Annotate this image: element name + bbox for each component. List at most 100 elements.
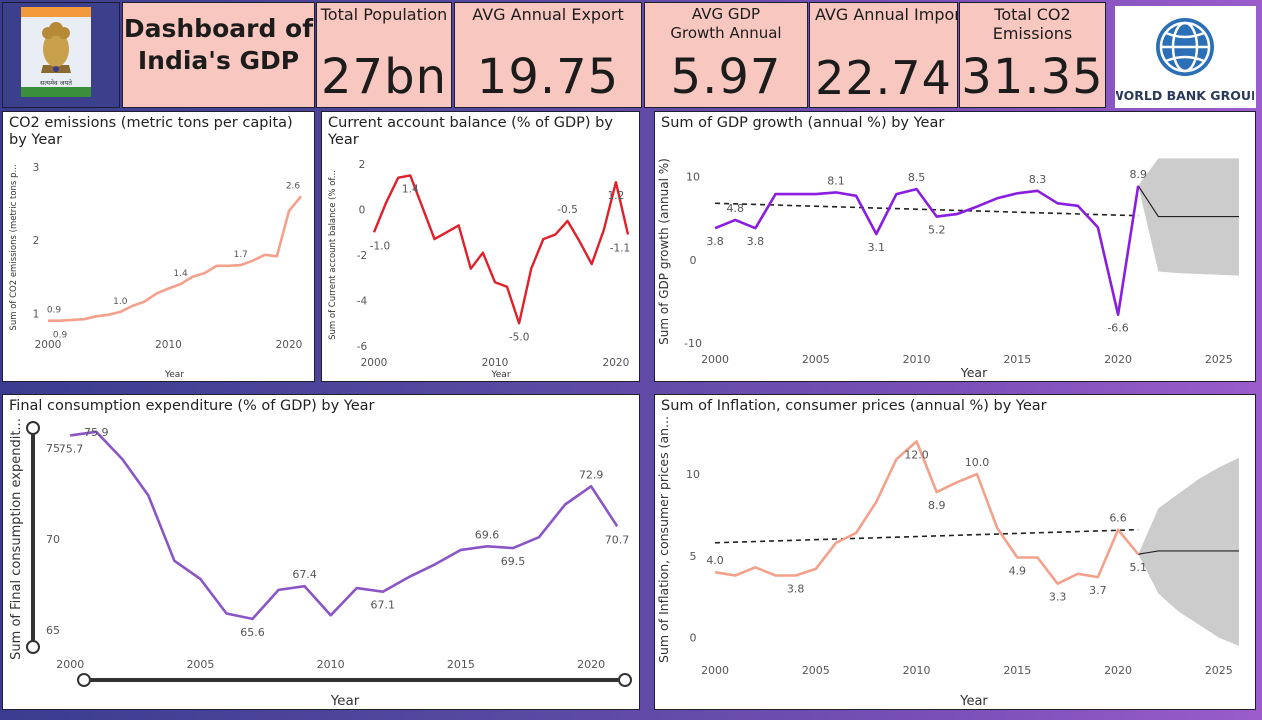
data-label: 3.3: [1049, 591, 1067, 604]
x-axis-title: Year: [164, 370, 184, 380]
data-label: 3.8: [706, 235, 724, 248]
kpi-label: AVG Annual Impor: [815, 5, 958, 24]
gdp-growth-line-chart: 10 0 -10 2000 2005 2010 2015 2020 2025 Year Sum of…: [657, 158, 1239, 380]
y-tick-label: 2: [359, 159, 366, 171]
data-label: 69.5: [501, 555, 526, 568]
x-tick-label: 2015: [1003, 353, 1031, 366]
y-tick-label: -6: [357, 341, 368, 353]
x-tick-label: 2020: [1104, 664, 1132, 677]
data-label: 3.8: [787, 582, 805, 595]
x-tick-label: 2010: [903, 353, 931, 366]
chart-title: Sum of Inflation, consumer prices (annua…: [661, 398, 1047, 414]
data-label: 4.8: [726, 202, 744, 215]
data-label: 6.6: [1109, 512, 1127, 525]
data-label: 72.9: [579, 468, 604, 481]
data-label: 69.6: [475, 528, 500, 541]
data-label: 1.4: [173, 269, 188, 279]
x-tick-label: 2000: [701, 353, 729, 366]
x-tick-label: 2000: [56, 658, 84, 671]
y-tick-label: 0: [690, 254, 697, 267]
y-tick-label: 10: [686, 171, 700, 184]
data-label: 3.7: [1089, 584, 1107, 597]
kpi-total-population: Total Population 27bn: [316, 2, 452, 108]
kpi-value: 5.97: [670, 49, 782, 105]
co2-line-chart: 1 2 3 2000 2010 2020 Year Sum of CO2 emissions …: [9, 162, 302, 380]
panel-consumption-chart: Final consumption expenditure (% of GDP)…: [2, 394, 640, 710]
data-label: 8.9: [928, 499, 946, 512]
series-line: [372, 174, 630, 325]
x-tick-label: 2005: [802, 353, 830, 366]
data-label: 5.2: [928, 224, 946, 237]
x-tick-label: 2000: [701, 664, 729, 677]
panel-current-account-chart: Current account balance (% of GDP) by Ye…: [321, 111, 640, 382]
x-tick-label: 2020: [1104, 353, 1132, 366]
kpi-avg-annual-import: AVG Annual Impor 22.74: [809, 2, 958, 108]
y-tick-label: -10: [684, 337, 702, 350]
y-tick-label: 3: [33, 162, 40, 174]
y-tick-label: 2: [33, 235, 40, 247]
kpi-value: 22.74: [815, 51, 952, 105]
x-tick-label: 2000: [361, 357, 388, 369]
y-axis-title: Sum of CO2 emissions (metric tons p...: [9, 164, 19, 330]
chart-title: Final consumption expenditure (% of GDP)…: [9, 398, 375, 414]
kpi-value: 27bn: [321, 49, 447, 105]
y-tick-label: 1: [33, 308, 40, 320]
y-tick-label: 5: [690, 550, 697, 563]
x-tick-label: 2010: [903, 664, 931, 677]
y-slider-handle-top[interactable]: [26, 421, 40, 435]
y-slider-handle-bottom[interactable]: [26, 640, 40, 654]
current-account-line-chart: 2 0 -2 -4 -6 2000 2010 2020 Year Sum of Current a…: [328, 159, 631, 380]
kpi-label: Total CO2 Emissions: [992, 5, 1073, 43]
x-tick-label: 2015: [1003, 664, 1031, 677]
x-tick-label: 2010: [317, 658, 345, 671]
kpi-total-co2: Total CO2 Emissions 31.35: [959, 2, 1106, 108]
panel-gdp-growth-chart: Sum of GDP growth (annual %) by Year 10 0…: [654, 111, 1256, 382]
kpi-value: 31.35: [961, 49, 1104, 105]
emblem-icon: सत्यमेव जयते: [21, 7, 91, 97]
data-label: 2.6: [286, 181, 301, 191]
trend-line: [715, 528, 1139, 544]
data-label: 0.9: [53, 331, 68, 341]
x-tick-label: 2025: [1205, 353, 1233, 366]
y-axis-title: Sum of Current account balance (% of...: [328, 170, 338, 340]
y-tick-label: 0: [359, 205, 366, 217]
data-label: 8.5: [908, 171, 926, 184]
x-tick-label: 2025: [1205, 664, 1233, 677]
x-axis-title: Year: [959, 694, 988, 709]
data-label: 1.7: [234, 250, 248, 260]
data-label: -1.1: [610, 243, 631, 255]
emblem-motto: सत्यमेव जयते: [40, 79, 72, 87]
data-label: 10.0: [965, 456, 990, 469]
chart-title: CO2 emissions (metric tons per capita) b…: [9, 115, 293, 148]
x-slider-handle-left[interactable]: [77, 673, 91, 687]
panel-inflation-chart: Sum of Inflation, consumer prices (annua…: [654, 394, 1256, 710]
y-tick-label: 0: [690, 632, 697, 645]
data-label: 4.9: [1009, 564, 1026, 577]
y-axis-title: Sum of Final consumption expendit...: [9, 418, 24, 660]
dashboard-title-box: Dashboard of India's GDP: [122, 2, 315, 108]
data-label: 65.6: [240, 626, 265, 639]
data-label: -1.0: [370, 240, 391, 252]
kpi-label: AVG GDP Growth Annual: [670, 5, 782, 42]
y-tick-label: -2: [357, 250, 367, 262]
x-slider-handle-right[interactable]: [618, 673, 632, 687]
data-label: 0.9: [47, 306, 62, 316]
kpi-value: 19.75: [476, 49, 620, 105]
y-tick-label: 70: [46, 533, 60, 546]
data-label: 8.1: [827, 174, 845, 187]
data-label: 75.7: [59, 442, 84, 455]
kpi-avg-gdp-growth: AVG GDP Growth Annual 5.97: [644, 2, 808, 108]
data-label: 1.4: [402, 183, 419, 195]
india-emblem-logo: सत्यमेव जयते: [2, 2, 120, 108]
data-label: 1.2: [608, 190, 625, 202]
y-tick-label: -4: [357, 296, 368, 308]
world-bank-text: WORLD BANK GROUP: [1116, 88, 1254, 103]
data-label: 67.1: [371, 599, 396, 612]
globe-icon: WORLD BANK GROUP: [1110, 18, 1260, 103]
y-axis-title: Sum of Inflation, consumer prices (an...: [656, 416, 671, 663]
x-tick-label: 2000: [35, 339, 62, 351]
x-tick-label: 2005: [186, 658, 214, 671]
data-label: 1.0: [113, 297, 128, 307]
data-label: 67.4: [292, 568, 317, 581]
data-label: 70.7: [605, 533, 630, 546]
